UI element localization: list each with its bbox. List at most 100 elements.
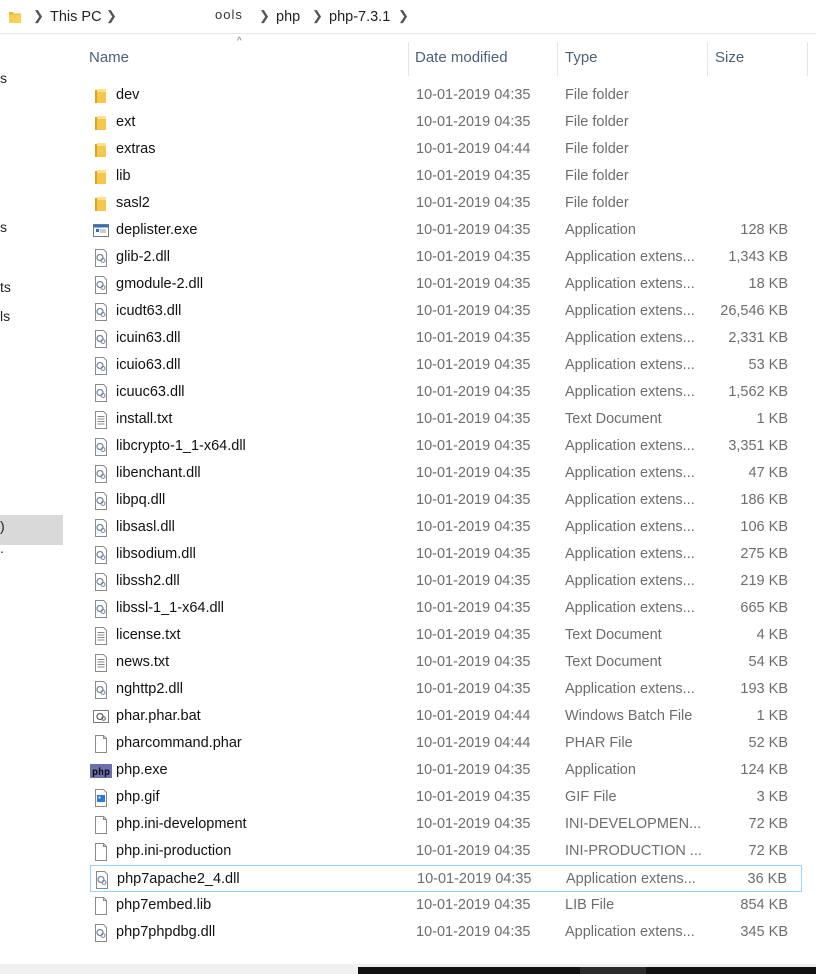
file-row[interactable]: libsodium.dll 10-01-2019 04:35 Application… [90, 541, 802, 568]
chevron-right-icon[interactable]: ❯ [398, 8, 409, 24]
file-name: phar.phar.bat [116, 708, 201, 724]
file-row[interactable]: php.ini-production 10-01-2019 04:35 INI-PR… [90, 838, 802, 865]
dll-icon [94, 871, 110, 889]
breadcrumb-tools[interactable]: ools [215, 7, 243, 22]
file-row[interactable]: icuuc63.dll 10-01-2019 04:35 Application e… [90, 379, 802, 406]
column-header-date-modified[interactable]: Date modified [415, 49, 508, 66]
file-type: File folder [565, 195, 629, 211]
breadcrumb-this-pc[interactable]: This PC [50, 9, 102, 25]
column-divider[interactable] [408, 42, 409, 76]
file-row[interactable]: libcrypto-1_1-x64.dll 10-01-2019 04:35 App… [90, 433, 802, 460]
file-size: 1,343 KB [728, 249, 788, 265]
file-row[interactable]: ext 10-01-2019 04:35 File folder [90, 109, 802, 136]
file-row[interactable]: libpq.dll 10-01-2019 04:35 Application ext… [90, 487, 802, 514]
file-type: Application extens... [565, 600, 695, 616]
file-name: pharcommand.phar [116, 735, 242, 751]
file-date-modified: 10-01-2019 04:35 [417, 871, 532, 887]
chevron-right-icon[interactable]: ❯ [259, 8, 270, 24]
file-date-modified: 10-01-2019 04:35 [416, 492, 531, 508]
nav-item-fragment[interactable]: s [0, 70, 7, 86]
file-date-modified: 10-01-2019 04:35 [416, 573, 531, 589]
file-row[interactable]: php.gif 10-01-2019 04:35 GIF File 3 KB [90, 784, 802, 811]
file-row[interactable]: libenchant.dll 10-01-2019 04:35 Applicatio… [90, 460, 802, 487]
file-row[interactable]: install.txt 10-01-2019 04:35 Text Document… [90, 406, 802, 433]
chevron-right-icon[interactable]: ❯ [33, 8, 44, 24]
nav-item-fragment[interactable]: ) [0, 518, 5, 534]
file-row[interactable]: sasl2 10-01-2019 04:35 File folder [90, 190, 802, 217]
nav-item-fragment[interactable]: ls [0, 308, 10, 324]
file-name: libssl-1_1-x64.dll [116, 600, 224, 616]
nav-item-fragment[interactable]: s [0, 219, 7, 235]
column-divider[interactable] [807, 42, 808, 76]
file-row[interactable]: icudt63.dll 10-01-2019 04:35 Application e… [90, 298, 802, 325]
file-name: ext [116, 114, 136, 130]
folder-icon [93, 195, 109, 213]
file-row[interactable]: phar.phar.bat 10-01-2019 04:44 Windows Bat… [90, 703, 802, 730]
file-name: deplister.exe [116, 222, 198, 238]
file-type: Application extens... [565, 249, 695, 265]
taskbar-dark-strip [580, 967, 646, 974]
address-bar[interactable]: ❯ This PC ❯ ools ❯ php ❯ php-7.3.1 ❯ [0, 0, 816, 34]
file-row[interactable]: icuio63.dll 10-01-2019 04:35 Application e… [90, 352, 802, 379]
file-row[interactable]: gmodule-2.dll 10-01-2019 04:35 Application… [90, 271, 802, 298]
file-row[interactable]: libssh2.dll 10-01-2019 04:35 Application e… [90, 568, 802, 595]
file-row[interactable]: news.txt 10-01-2019 04:35 Text Document 54 … [90, 649, 802, 676]
file-name: lib [116, 168, 131, 184]
chevron-right-icon[interactable]: ❯ [106, 8, 117, 24]
file-name: dev [116, 87, 140, 103]
file-row[interactable]: pharcommand.phar 10-01-2019 04:44 PHAR Fil… [90, 730, 802, 757]
file-type: Application extens... [565, 573, 695, 589]
file-type: File folder [565, 141, 629, 157]
column-divider[interactable] [557, 42, 558, 76]
file-row[interactable]: extras 10-01-2019 04:44 File folder [90, 136, 802, 163]
file-date-modified: 10-01-2019 04:35 [416, 627, 531, 643]
dll-icon [93, 357, 109, 375]
file-name: glib-2.dll [116, 249, 170, 265]
blank-file-icon [93, 843, 109, 861]
file-date-modified: 10-01-2019 04:35 [416, 897, 531, 913]
file-row[interactable]: libsasl.dll 10-01-2019 04:35 Application e… [90, 514, 802, 541]
column-header-name[interactable]: Name [89, 49, 129, 66]
file-list: ^ Name Date modified Type Size dev 10-01-… [80, 34, 816, 964]
file-size: 54 KB [748, 654, 789, 670]
chevron-right-icon[interactable]: ❯ [312, 8, 323, 24]
nav-item-fragment[interactable]: ts [0, 279, 11, 295]
navigation-pane[interactable]: s s ts ls ) . [0, 34, 63, 964]
file-row[interactable]: icuin63.dll 10-01-2019 04:35 Application e… [90, 325, 802, 352]
file-row[interactable]: php.ini-development 10-01-2019 04:35 INI-D… [90, 811, 802, 838]
nav-item-selected[interactable] [0, 515, 63, 545]
file-type: Application extens... [565, 492, 695, 508]
file-row[interactable]: lib 10-01-2019 04:35 File folder [90, 163, 802, 190]
file-type: Application extens... [565, 438, 695, 454]
column-header-type[interactable]: Type [565, 49, 598, 66]
nav-item-fragment[interactable]: . [0, 540, 4, 556]
file-row[interactable]: license.txt 10-01-2019 04:35 Text Document… [90, 622, 802, 649]
file-name: news.txt [116, 654, 170, 670]
column-header-size[interactable]: Size [715, 49, 744, 66]
file-row[interactable]: php7apache2_4.dll 10-01-2019 04:35 Applica… [90, 865, 802, 892]
file-row[interactable]: php7phpdbg.dll 10-01-2019 04:35 Applicatio… [90, 919, 802, 946]
file-date-modified: 10-01-2019 04:35 [416, 249, 531, 265]
file-row[interactable]: nghttp2.dll 10-01-2019 04:35 Application e… [90, 676, 802, 703]
dll-icon [93, 303, 109, 321]
file-row[interactable]: glib-2.dll 10-01-2019 04:35 Application ex… [90, 244, 802, 271]
file-type: Application extens... [565, 330, 695, 346]
column-divider[interactable] [707, 42, 708, 76]
file-date-modified: 10-01-2019 04:35 [416, 762, 531, 778]
dll-icon [93, 681, 109, 699]
file-name: libcrypto-1_1-x64.dll [116, 438, 246, 454]
breadcrumb-php-7-3-1[interactable]: php-7.3.1 [329, 9, 390, 25]
breadcrumb-php[interactable]: php [276, 9, 300, 25]
file-row[interactable]: dev 10-01-2019 04:35 File folder [90, 82, 802, 109]
file-row[interactable]: deplister.exe 10-01-2019 04:35 Application… [90, 217, 802, 244]
file-row[interactable]: php7embed.lib 10-01-2019 04:35 LIB File 854… [90, 892, 802, 919]
file-row[interactable]: libssl-1_1-x64.dll 10-01-2019 04:35 Applic… [90, 595, 802, 622]
file-row[interactable]: php php.exe 10-01-2019 04:35 Application 124… [90, 757, 802, 784]
file-date-modified: 10-01-2019 04:35 [416, 816, 531, 832]
file-type: GIF File [565, 789, 617, 805]
file-date-modified: 10-01-2019 04:35 [416, 519, 531, 535]
dll-icon [93, 384, 109, 402]
file-size: 275 KB [740, 546, 788, 562]
file-name: php7phpdbg.dll [116, 924, 216, 940]
file-type: Windows Batch File [565, 708, 693, 724]
